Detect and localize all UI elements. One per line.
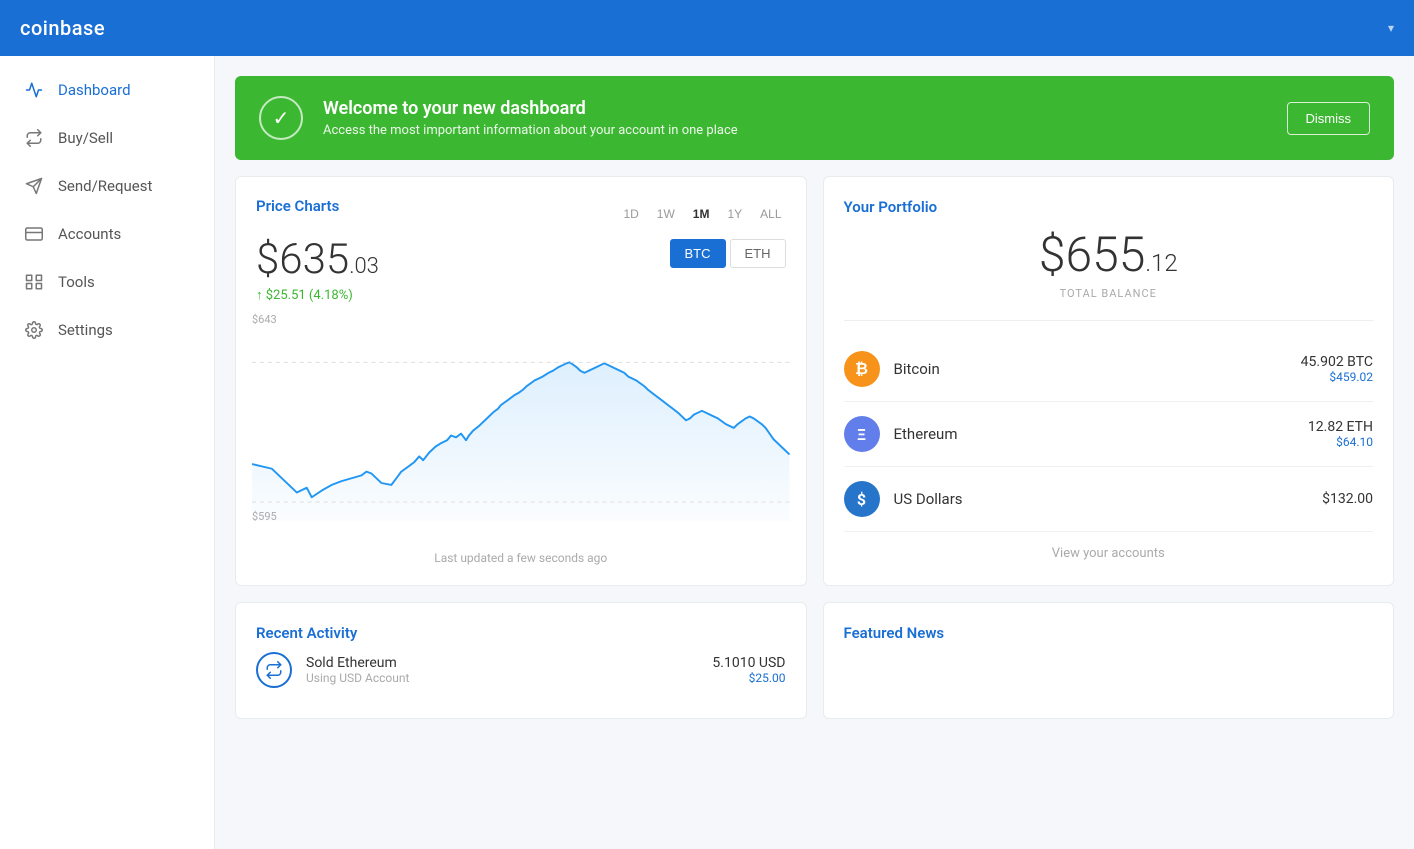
asset-row-btc: ₿ Bitcoin 45.902 BTC $459.02 (844, 337, 1374, 402)
view-accounts-link[interactable]: View your accounts (844, 532, 1374, 561)
bottom-grid: Recent Activity Sold Ethereum Using USD … (235, 602, 1394, 719)
sidebar-item-tools[interactable]: Tools (0, 258, 214, 306)
btc-icon: ₿ (844, 351, 880, 387)
sidebar-item-buysell[interactable]: Buy/Sell (0, 114, 214, 162)
sidebar-item-label-settings: Settings (58, 321, 113, 339)
recent-activity-card: Recent Activity Sold Ethereum Using USD … (235, 602, 807, 719)
tools-icon (24, 272, 44, 292)
total-balance-label: TOTAL BALANCE (844, 287, 1374, 300)
activity-amount: 5.1010 USD $25.00 (712, 655, 785, 685)
price-cents: .03 (349, 254, 379, 279)
usd-value: $132.00 (1322, 491, 1373, 507)
activity-sub: Using USD Account (306, 671, 409, 685)
main-layout: Dashboard Buy/Sell Send/Request (0, 56, 1414, 849)
dismiss-button[interactable]: Dismiss (1287, 102, 1371, 135)
price-chart-header: Price Charts 1D 1W 1M 1Y ALL (256, 197, 786, 231)
eth-secondary: $64.10 (1308, 435, 1373, 449)
sidebar-item-label-tools: Tools (58, 273, 95, 291)
asset-row-usd: $ US Dollars $132.00 (844, 467, 1374, 532)
welcome-title: Welcome to your new dashboard (323, 98, 738, 119)
sidebar-item-label-buysell: Buy/Sell (58, 129, 113, 147)
price-charts-card: Price Charts 1D 1W 1M 1Y ALL $635.03 (235, 176, 807, 586)
settings-icon (24, 320, 44, 340)
eth-primary: 12.82 ETH (1308, 419, 1373, 435)
currency-toggles: BTC ETH (670, 239, 786, 268)
sidebar-item-label-accounts: Accounts (58, 225, 121, 243)
sidebar-item-label-dashboard: Dashboard (58, 81, 131, 99)
sidebar-item-settings[interactable]: Settings (0, 306, 214, 354)
welcome-banner: ✓ Welcome to your new dashboard Access t… (235, 76, 1394, 160)
activity-primary: 5.1010 USD (712, 655, 785, 671)
activity-desc: Sold Ethereum Using USD Account (306, 655, 409, 685)
credit-card-icon (24, 224, 44, 244)
time-filters: 1D 1W 1M 1Y ALL (619, 205, 785, 223)
welcome-subtitle: Access the most important information ab… (323, 123, 738, 138)
portfolio-title: Your Portfolio (844, 198, 938, 216)
header-chevron-icon: ▾ (1388, 21, 1394, 35)
btc-secondary: $459.02 (1301, 370, 1373, 384)
time-btn-1m[interactable]: 1M (689, 205, 714, 223)
btc-value: 45.902 BTC $459.02 (1301, 354, 1373, 384)
price-charts-title: Price Charts (256, 197, 339, 215)
asset-row-eth: Ξ Ethereum 12.82 ETH $64.10 (844, 402, 1374, 467)
usd-icon: $ (844, 481, 880, 517)
chart-low-label: $595 (252, 510, 277, 523)
header: coinbase ▾ (0, 0, 1414, 56)
time-btn-all[interactable]: ALL (756, 205, 785, 223)
logo: coinbase (20, 16, 105, 40)
price-dollars: $635 (256, 235, 349, 284)
activity-icon (24, 80, 44, 100)
activity-secondary: $25.00 (712, 671, 785, 685)
chart-high-label: $643 (252, 313, 277, 326)
send-icon (24, 176, 44, 196)
sidebar-item-accounts[interactable]: Accounts (0, 210, 214, 258)
sidebar-item-dashboard[interactable]: Dashboard (0, 66, 214, 114)
time-btn-1w[interactable]: 1W (653, 205, 679, 223)
welcome-check-icon: ✓ (259, 96, 303, 140)
sidebar: Dashboard Buy/Sell Send/Request (0, 56, 215, 849)
btc-toggle[interactable]: BTC (670, 239, 726, 268)
time-btn-1d[interactable]: 1D (619, 205, 642, 223)
btc-price: $635.03 (256, 239, 379, 281)
price-change: ↑ $25.51 (4.18%) (256, 287, 379, 303)
portfolio-amount: $655.12 (844, 226, 1374, 283)
welcome-text: Welcome to your new dashboard Access the… (323, 98, 738, 138)
main-grid: Price Charts 1D 1W 1M 1Y ALL $635.03 (235, 176, 1394, 586)
refresh-icon (24, 128, 44, 148)
sidebar-item-sendrequest[interactable]: Send/Request (0, 162, 214, 210)
portfolio-cents: .12 (1145, 249, 1177, 277)
portfolio-balance: $655.12 TOTAL BALANCE (844, 216, 1374, 321)
activity-refresh-icon (256, 652, 292, 688)
featured-news-card: Featured News (823, 602, 1395, 719)
activity-title: Sold Ethereum (306, 655, 409, 671)
eth-value: 12.82 ETH $64.10 (1308, 419, 1373, 449)
usd-primary: $132.00 (1322, 491, 1373, 507)
usd-name: US Dollars (894, 490, 1309, 508)
eth-name: Ethereum (894, 425, 1294, 443)
btc-primary: 45.902 BTC (1301, 354, 1373, 370)
content-area: ✓ Welcome to your new dashboard Access t… (215, 56, 1414, 849)
featured-news-title: Featured News (844, 624, 945, 642)
activity-row: Sold Ethereum Using USD Account 5.1010 U… (256, 642, 786, 698)
recent-activity-title: Recent Activity (256, 624, 357, 642)
time-btn-1y[interactable]: 1Y (723, 205, 746, 223)
btc-name: Bitcoin (894, 360, 1287, 378)
eth-toggle[interactable]: ETH (730, 239, 786, 268)
portfolio-card: Your Portfolio $655.12 TOTAL BALANCE ₿ B… (823, 176, 1395, 586)
price-chart-area: $643 (252, 313, 790, 543)
chart-footer: Last updated a few seconds ago (256, 551, 786, 565)
sidebar-item-label-sendrequest: Send/Request (58, 177, 152, 195)
portfolio-dollars: $655 (1039, 226, 1146, 283)
eth-icon: Ξ (844, 416, 880, 452)
